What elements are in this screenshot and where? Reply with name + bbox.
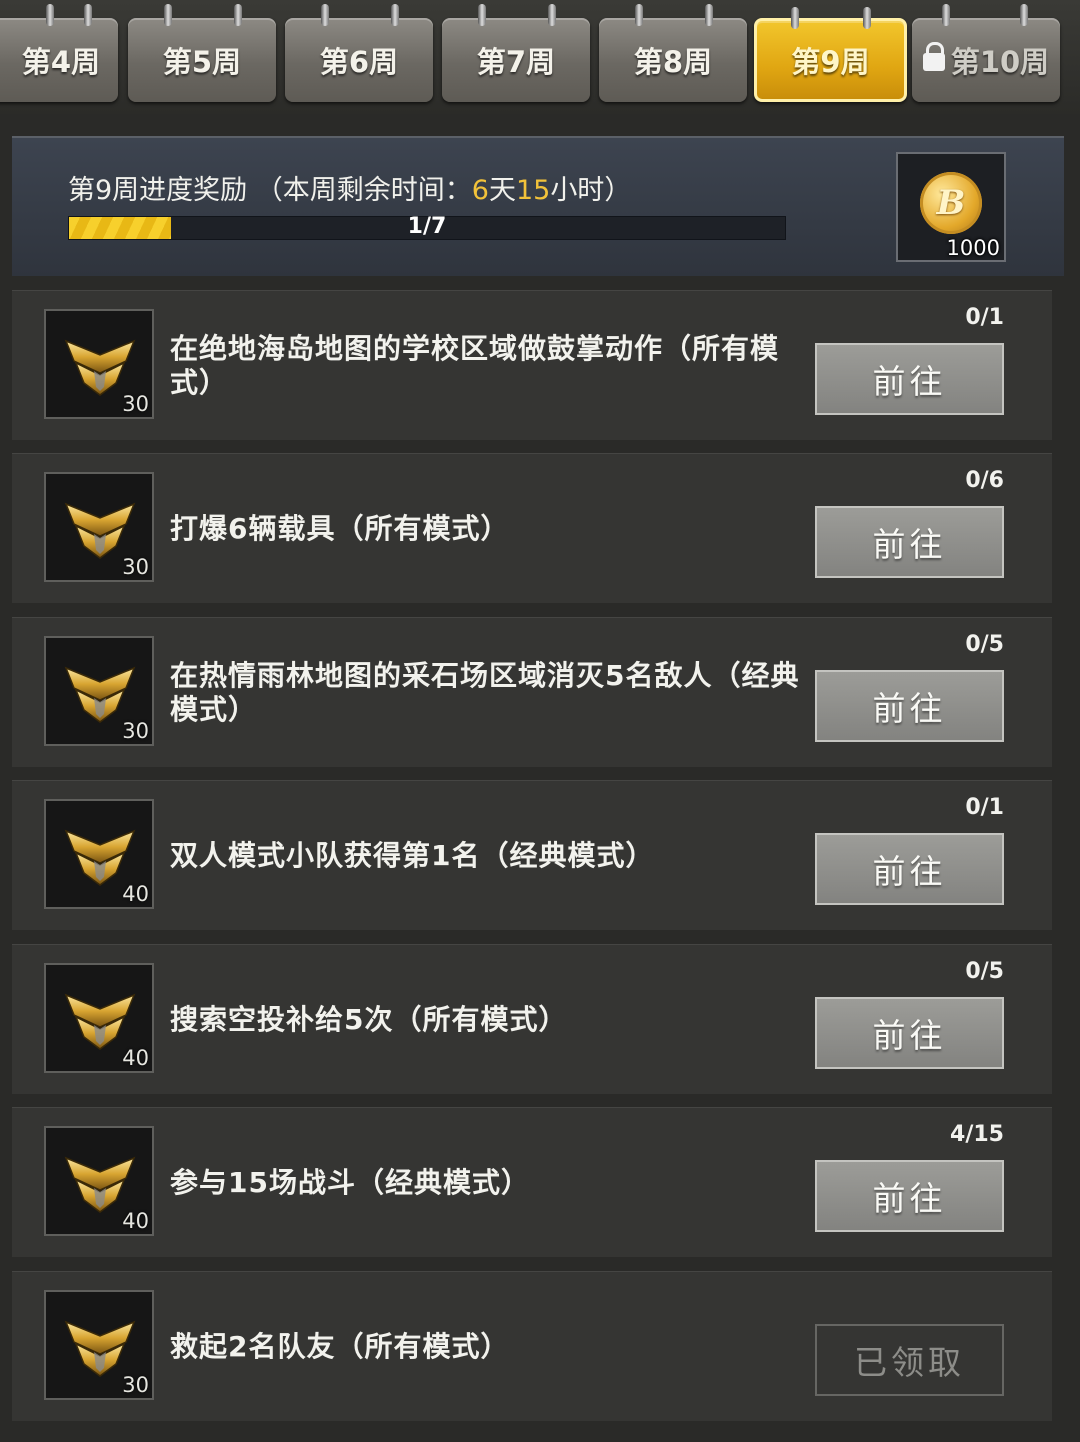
rank-badge: 30 <box>44 309 154 419</box>
tab-week-5[interactable]: 第5周 <box>128 4 276 102</box>
task-description: 在绝地海岛地图的学校区域做鼓掌动作（所有模式） <box>170 331 780 399</box>
progress-text: 1/7 <box>407 214 447 239</box>
task-progress-count: 0/1 <box>965 305 1004 330</box>
rank-badge: 30 <box>44 1290 154 1400</box>
task-row: 40 双人模式小队获得第1名（经典模式） 0/1 前往 <box>12 780 1052 930</box>
task-description: 打爆6辆载具（所有模式） <box>170 511 510 545</box>
tab-label: 第5周 <box>162 45 242 79</box>
go-button[interactable]: 前往 <box>815 1160 1004 1232</box>
tab-label: 第8周 <box>633 45 713 79</box>
task-progress-count: 0/5 <box>965 959 1004 984</box>
tab-week-9[interactable]: 第9周 <box>754 7 907 102</box>
task-points: 30 <box>122 392 149 416</box>
tab-label: 第9周 <box>791 45 870 79</box>
tab-week-7[interactable]: 第7周 <box>442 4 590 102</box>
rank-badge: 40 <box>44 1126 154 1236</box>
progress-bar: 1/7 <box>68 214 786 240</box>
rank-badge: 40 <box>44 963 154 1073</box>
task-points: 30 <box>122 719 149 743</box>
coin-icon: B <box>920 172 982 234</box>
go-button[interactable]: 前往 <box>815 506 1004 578</box>
task-row: 40 搜索空投补给5次（所有模式） 0/5 前往 <box>12 944 1052 1094</box>
task-progress-count: 0/1 <box>965 795 1004 820</box>
claimed-button: 已领取 <box>815 1324 1004 1396</box>
task-description: 在热情雨林地图的采石场区域消灭5名敌人（经典模式） <box>170 658 800 726</box>
task-row: 30 打爆6辆载具（所有模式） 0/6 前往 <box>12 453 1052 603</box>
tab-week-4[interactable]: 第4周 <box>0 4 118 102</box>
go-button[interactable]: 前往 <box>815 670 1004 742</box>
task-progress-count: 4/15 <box>950 1122 1004 1147</box>
lock-icon <box>922 42 945 71</box>
task-progress-count: 0/6 <box>965 468 1004 493</box>
task-row: 40 参与15场战斗（经典模式） 4/15 前往 <box>12 1107 1052 1257</box>
go-button[interactable]: 前往 <box>815 343 1004 415</box>
go-button[interactable]: 前往 <box>815 833 1004 905</box>
tab-label: 第7周 <box>476 45 556 79</box>
tab-label: 第4周 <box>21 45 101 79</box>
progress-reward[interactable]: B 1000 <box>896 152 1006 262</box>
task-progress-count: 0/5 <box>965 632 1004 657</box>
week-tab-bar: 第4周 第5周 第6周 第7周 第8周 第9周 第10周 <box>0 0 1080 114</box>
rank-badge: 30 <box>44 472 154 582</box>
reward-count: 1000 <box>946 236 1000 260</box>
task-description: 搜索空投补给5次（所有模式） <box>170 1002 568 1036</box>
rank-badge: 30 <box>44 636 154 746</box>
tab-week-8[interactable]: 第8周 <box>599 4 747 102</box>
task-points: 30 <box>122 1373 149 1397</box>
tab-week-6[interactable]: 第6周 <box>285 4 433 102</box>
task-row: 30 救起2名队友（所有模式） 已领取 <box>12 1271 1052 1421</box>
task-points: 40 <box>122 882 149 906</box>
task-description: 救起2名队友（所有模式） <box>170 1329 510 1363</box>
go-button[interactable]: 前往 <box>815 997 1004 1069</box>
task-points: 40 <box>122 1046 149 1070</box>
weekly-progress-panel: 第9周进度奖励 （本周剩余时间：6天15小时） 1/7 B 1000 <box>12 136 1064 276</box>
task-points: 40 <box>122 1209 149 1233</box>
task-description: 双人模式小队获得第1名（经典模式） <box>170 838 655 872</box>
rank-badge: 40 <box>44 799 154 909</box>
task-points: 30 <box>122 555 149 579</box>
task-row: 30 在绝地海岛地图的学校区域做鼓掌动作（所有模式） 0/1 前往 <box>12 290 1052 440</box>
task-description: 参与15场战斗（经典模式） <box>170 1165 530 1199</box>
tab-week-10[interactable]: 第10周 <box>912 4 1060 102</box>
tab-label: 第10周 <box>950 45 1050 79</box>
progress-title: 第9周进度奖励 （本周剩余时间：6天15小时） <box>68 175 632 206</box>
task-row: 30 在热情雨林地图的采石场区域消灭5名敌人（经典模式） 0/5 前往 <box>12 617 1052 767</box>
tab-label: 第6周 <box>319 45 399 79</box>
